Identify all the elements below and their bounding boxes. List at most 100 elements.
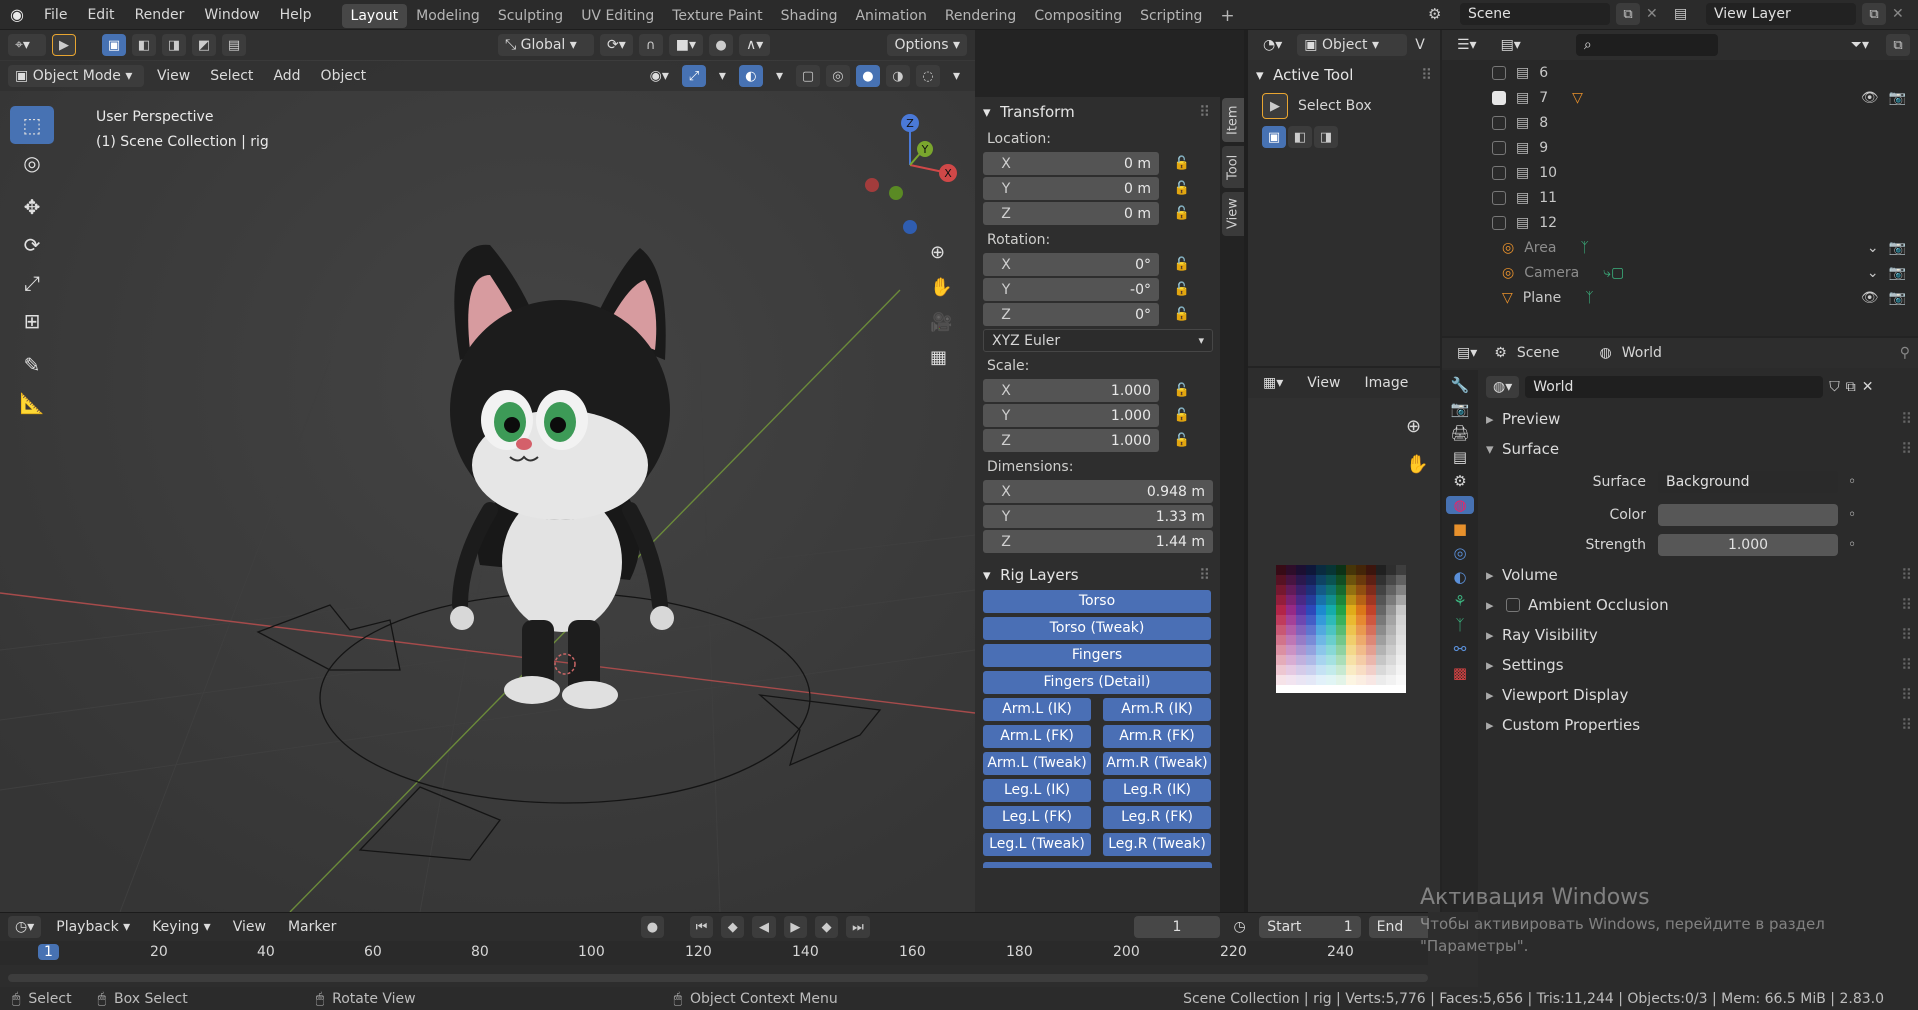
zoom-icon[interactable]: ⊕ (930, 242, 952, 263)
viewport-menu-view[interactable]: View (150, 65, 197, 87)
exclude-checkbox[interactable] (1492, 190, 1506, 205)
drag-handle-icon[interactable]: ⠿ (1901, 656, 1912, 674)
rig-layer-more-button[interactable] (983, 862, 1212, 868)
rotation-y-field[interactable]: Y -0° (983, 278, 1159, 301)
shading-wireframe-icon[interactable]: ◎ (825, 65, 850, 87)
active-tool-header[interactable]: ▾ Active Tool ⠿ (1248, 60, 1440, 90)
tab-uv-editing[interactable]: UV Editing (572, 4, 663, 28)
lock-icon[interactable]: 🔓 (1171, 257, 1193, 272)
new-scene-icon[interactable]: ⧉ (1616, 3, 1640, 25)
outliner-object-row[interactable]: ◎ Camera ⤷▢ ⌄ 📷 (1492, 260, 1918, 285)
tab-sculpting[interactable]: Sculpting (489, 4, 572, 28)
world-name-field[interactable]: World (1525, 376, 1824, 398)
tab-shading[interactable]: Shading (772, 4, 847, 28)
sidebar-tab-item[interactable]: Item (1222, 98, 1244, 142)
ambient-occlusion-checkbox[interactable] (1506, 598, 1520, 612)
rig-layer-button[interactable]: Leg.R (FK) (1103, 806, 1211, 829)
outliner-collection-row[interactable]: ▤ 6 (1492, 60, 1918, 85)
viewport-menu-add[interactable]: Add (266, 65, 307, 87)
drag-handle-icon[interactable]: ⠿ (1901, 596, 1912, 614)
menu-help[interactable]: Help (270, 0, 322, 30)
tab-render-icon[interactable]: 📷 (1451, 400, 1470, 418)
eye-icon[interactable]: 👁 (1861, 90, 1879, 106)
viewport-menu-select[interactable]: Select (203, 65, 260, 87)
section-header[interactable]: ▾ Surface ⠿ (1486, 434, 1912, 464)
tab-animation[interactable]: Animation (846, 4, 935, 28)
tab-constraints-icon[interactable]: ⚯ (1454, 640, 1467, 658)
tab-modifiers-icon[interactable]: ◎ (1453, 544, 1466, 562)
section-header[interactable]: ▸ Ambient Occlusion ⠿ (1486, 590, 1912, 620)
rotation-mode-dropdown[interactable]: XYZ Euler ▾ (983, 329, 1213, 352)
record-icon[interactable]: ● (640, 916, 665, 938)
scale-z-field[interactable]: Z 1.000 (983, 429, 1159, 452)
select-new-mode-icon[interactable]: ▣ (102, 34, 126, 56)
properties-type-icon[interactable]: ▤▾ (1450, 342, 1484, 364)
exclude-checkbox[interactable] (1492, 115, 1506, 130)
tab-compositing[interactable]: Compositing (1025, 4, 1131, 28)
select-invert-mode-icon[interactable]: ◩ (192, 34, 216, 56)
hidden-eye-icon[interactable]: ⌄ (1867, 265, 1879, 281)
transform-orientation-dropdown[interactable]: ⤡ Global ▾ (498, 34, 594, 56)
lock-icon[interactable]: 🔓 (1171, 408, 1193, 423)
lock-icon[interactable]: 🔓 (1171, 307, 1193, 322)
rig-layer-button[interactable]: Arm.R (FK) (1103, 725, 1211, 748)
view-layer-icon[interactable]: ▤ (1674, 6, 1700, 22)
outliner-type-icon[interactable]: ☰▾ (1450, 34, 1484, 56)
section-header[interactable]: ▸ Volume ⠿ (1486, 560, 1912, 590)
move-tool-icon[interactable]: ✥ (10, 188, 54, 226)
blender-logo-icon[interactable]: ◉ (0, 5, 34, 24)
snap-target-dropdown[interactable]: ■▾ (668, 34, 704, 56)
tab-scripting[interactable]: Scripting (1131, 4, 1211, 28)
overlay-dropdown[interactable]: ▾ (769, 65, 790, 87)
visibility-dropdown[interactable]: ◉▾ (643, 65, 676, 87)
drag-handle-icon[interactable]: ⠿ (1901, 440, 1912, 458)
outliner-search-input[interactable]: ⌕ (1575, 34, 1718, 56)
transform-tool-icon[interactable]: ⊞ (10, 302, 54, 340)
play-reverse-icon[interactable]: ◀ (752, 916, 776, 938)
unlink-world-icon[interactable]: ✕ (1862, 379, 1874, 395)
rig-layer-button[interactable]: Arm.R (IK) (1103, 698, 1211, 721)
outliner-collection-row[interactable]: ▤ 8 (1492, 110, 1918, 135)
surface-shader-dropdown[interactable]: Background (1658, 471, 1838, 493)
scene-name-field[interactable]: Scene (1460, 3, 1610, 25)
viewport-menu-object[interactable]: Object (314, 65, 374, 87)
lock-icon[interactable]: 🔓 (1171, 433, 1193, 448)
eye-icon[interactable]: 👁 (1861, 290, 1879, 306)
rig-layer-button[interactable]: Leg.R (Tweak) (1103, 833, 1211, 856)
tab-layout[interactable]: Layout (341, 4, 408, 28)
tool-select-new-icon[interactable]: ▣ (1262, 126, 1286, 148)
section-header[interactable]: ▸ Preview ⠿ (1486, 404, 1912, 434)
gizmo-dropdown[interactable]: ▾ (712, 65, 733, 87)
lock-icon[interactable]: 🔓 (1171, 206, 1193, 221)
lock-icon[interactable]: 🔓 (1171, 156, 1193, 171)
close-view-layer-icon[interactable]: ✕ (1892, 6, 1904, 22)
dimension-x-field[interactable]: X 0.948 m (983, 480, 1213, 503)
rig-layers-panel-header[interactable]: ▾ Rig Layers ⠿ (975, 560, 1220, 590)
active-tool-row[interactable]: ▶ Select Box (1248, 90, 1440, 122)
image-zoom-icon[interactable]: ⊕ (1406, 416, 1421, 437)
section-header[interactable]: ▸ Viewport Display ⠿ (1486, 680, 1912, 710)
node-link-icon[interactable]: ◦ (1848, 474, 1856, 490)
current-frame-marker[interactable]: 1 (38, 944, 59, 960)
frame-ruler[interactable]: 1 20 40 60 80 100 120 140 160 180 200 220 240 (0, 941, 1428, 965)
overlay-toggle-icon[interactable]: ◐ (738, 65, 763, 87)
outliner-collection-row[interactable]: ▤ 12 (1492, 210, 1918, 235)
timeline-menu-keying[interactable]: Keying ▾ (145, 916, 218, 938)
shading-rendered-icon[interactable]: ◌ (915, 65, 940, 87)
scale-tool-icon[interactable]: ⤢ (10, 264, 54, 302)
section-header[interactable]: ▸ Settings ⠿ (1486, 650, 1912, 680)
filter-icon[interactable]: ⏷▾ (1844, 34, 1876, 56)
lock-icon[interactable]: 🔓 (1171, 282, 1193, 297)
timeline-type-icon[interactable]: ◷▾ (8, 916, 42, 938)
shading-dropdown[interactable]: ▾ (946, 65, 967, 87)
location-y-field[interactable]: Y 0 m (983, 177, 1159, 200)
tab-world-icon[interactable]: ◍ (1446, 496, 1474, 514)
select-intersect-mode-icon[interactable]: ▤ (222, 34, 246, 56)
timeline-menu-marker[interactable]: Marker (281, 916, 343, 938)
menu-window[interactable]: Window (194, 0, 269, 30)
pivot-point-dropdown[interactable]: ⟳▾ (600, 34, 633, 56)
snap-icon[interactable]: ∩ (638, 34, 663, 56)
tab-texture-paint[interactable]: Texture Paint (663, 4, 771, 28)
display-mode-icon[interactable]: ▤▾ (1494, 34, 1528, 56)
select-box-tool-icon[interactable]: ⬚ (10, 106, 54, 144)
